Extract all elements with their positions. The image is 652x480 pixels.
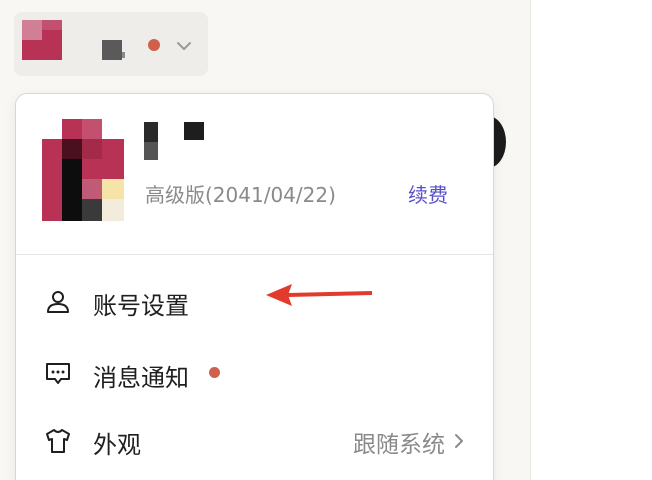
notification-dot bbox=[148, 39, 160, 51]
account-switcher[interactable] bbox=[14, 12, 208, 76]
menu-item-account-settings[interactable]: 账号设置 bbox=[16, 270, 493, 330]
account-menu: 高级版(2041/04/22) 续费 账号设置 消息通知 外观 跟随系统 bbox=[15, 93, 494, 480]
message-icon bbox=[46, 363, 70, 384]
right-panel bbox=[531, 0, 652, 480]
menu-item-notifications[interactable]: 消息通知 bbox=[16, 342, 493, 402]
menu-item-label: 消息通知 bbox=[93, 364, 189, 392]
tshirt-icon bbox=[46, 429, 70, 453]
menu-item-label: 账号设置 bbox=[93, 292, 189, 320]
avatar bbox=[42, 119, 124, 221]
red-arrow-icon bbox=[266, 284, 372, 306]
appearance-value: 跟随系统 bbox=[353, 432, 445, 458]
menu-divider bbox=[16, 254, 493, 255]
menu-item-label: 外观 bbox=[93, 431, 141, 459]
avatar bbox=[22, 20, 62, 60]
renew-link[interactable]: 续费 bbox=[408, 179, 448, 208]
chevron-down-icon bbox=[177, 42, 191, 50]
chevron-right-icon bbox=[455, 434, 463, 448]
menu-item-appearance[interactable]: 外观 跟随系统 bbox=[16, 409, 493, 469]
plan-status: 高级版(2041/04/22) bbox=[145, 183, 336, 207]
user-icon bbox=[47, 291, 69, 313]
account-name bbox=[144, 122, 204, 160]
account-name bbox=[102, 40, 125, 60]
notification-dot bbox=[209, 367, 220, 378]
